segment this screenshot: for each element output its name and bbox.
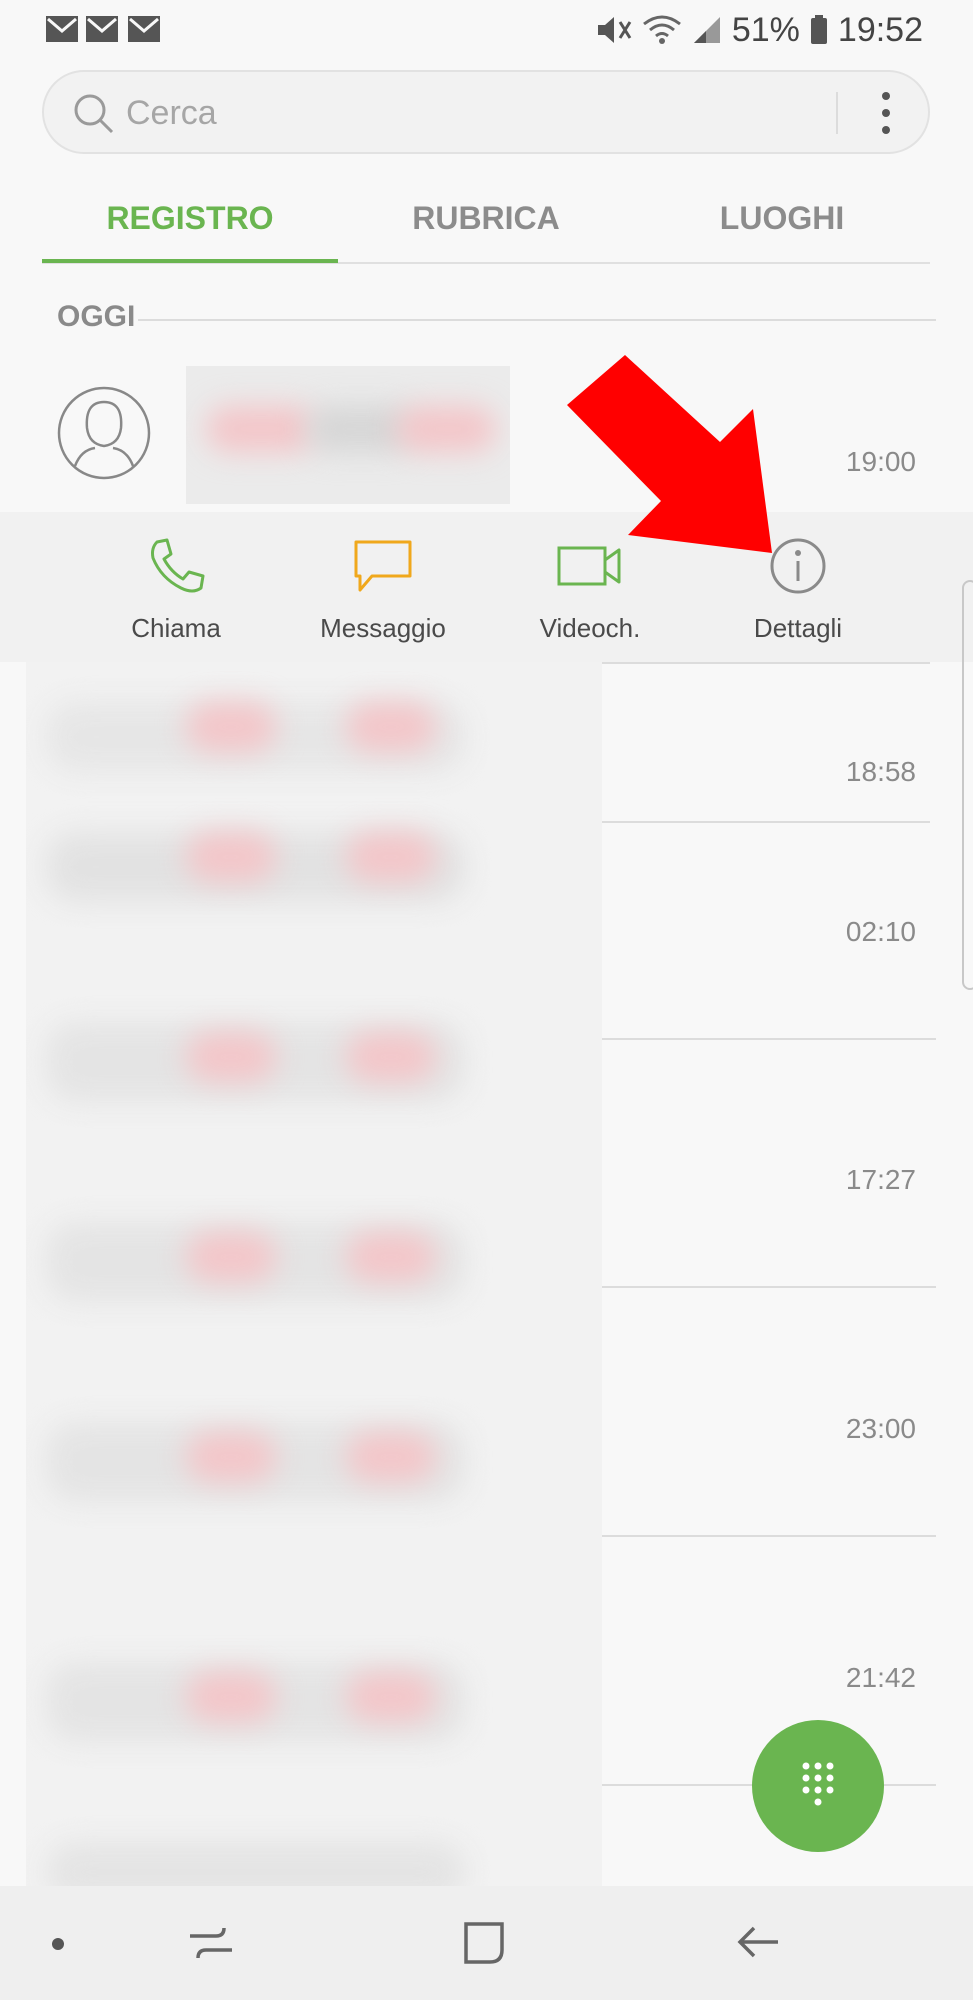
back-icon[interactable] (734, 1918, 784, 1968)
status-bar: 51% 19:52 (0, 0, 973, 60)
signal-icon (693, 17, 720, 43)
edge-panel-handle[interactable] (962, 580, 973, 990)
action-label: Messaggio (320, 613, 446, 643)
call-action-button[interactable]: Chiama (76, 512, 276, 662)
search-divider (836, 92, 838, 134)
call-time: 02:10 (845, 916, 916, 947)
mute-icon (597, 17, 632, 43)
message-icon (354, 540, 412, 592)
red-arrow-annotation (567, 355, 772, 553)
row-divider (602, 1038, 936, 1040)
dialpad-button[interactable] (752, 1720, 884, 1852)
message-action-button[interactable]: Messaggio (283, 512, 483, 662)
section-header-today: OGGI (57, 300, 136, 333)
dialpad-icon (802, 1762, 834, 1806)
mail-notification-icon (86, 16, 118, 42)
action-label: Chiama (131, 613, 221, 643)
contact-name-redacted[interactable] (186, 366, 510, 504)
battery-percent: 51% (731, 10, 800, 49)
call-time: 18:58 (845, 756, 916, 787)
mail-notification-icon (128, 16, 160, 42)
navigation-bar (0, 1886, 973, 2000)
search-input[interactable] (124, 86, 828, 140)
search-bar[interactable] (42, 70, 930, 154)
search-icon (74, 94, 114, 134)
row-divider (602, 662, 930, 664)
call-log-list-redacted[interactable] (26, 662, 602, 1886)
tab-rubrica[interactable]: RUBRICA (338, 178, 634, 264)
status-indicators: 51% 19:52 (596, 8, 923, 52)
call-time: 19:00 (845, 446, 916, 477)
phone-icon (151, 538, 205, 593)
tab-luoghi[interactable]: LUOGHI (634, 178, 930, 264)
row-divider (602, 821, 930, 823)
home-icon[interactable] (460, 1918, 510, 1968)
call-actions-bar: Chiama Messaggio Videoch. Dettagli (0, 512, 973, 662)
nav-dot-icon[interactable] (50, 1936, 66, 1952)
row-divider (602, 1286, 936, 1288)
tab-registro[interactable]: REGISTRO (42, 178, 338, 264)
call-time: 17:27 (845, 1164, 916, 1195)
status-time: 19:52 (837, 10, 923, 49)
contact-avatar-icon[interactable] (57, 386, 151, 480)
call-time: 23:00 (845, 1413, 916, 1444)
more-options-icon[interactable] (876, 90, 896, 136)
action-label: Videoch. (539, 613, 641, 643)
recent-apps-icon[interactable] (186, 1918, 236, 1968)
row-divider (602, 1535, 936, 1537)
battery-icon (810, 15, 827, 44)
call-time: 21:42 (845, 1662, 916, 1693)
wifi-icon (642, 15, 681, 44)
section-divider (138, 319, 936, 321)
active-tab-indicator (42, 259, 338, 263)
mail-notification-icon (46, 16, 78, 42)
action-label: Dettagli (753, 613, 843, 643)
